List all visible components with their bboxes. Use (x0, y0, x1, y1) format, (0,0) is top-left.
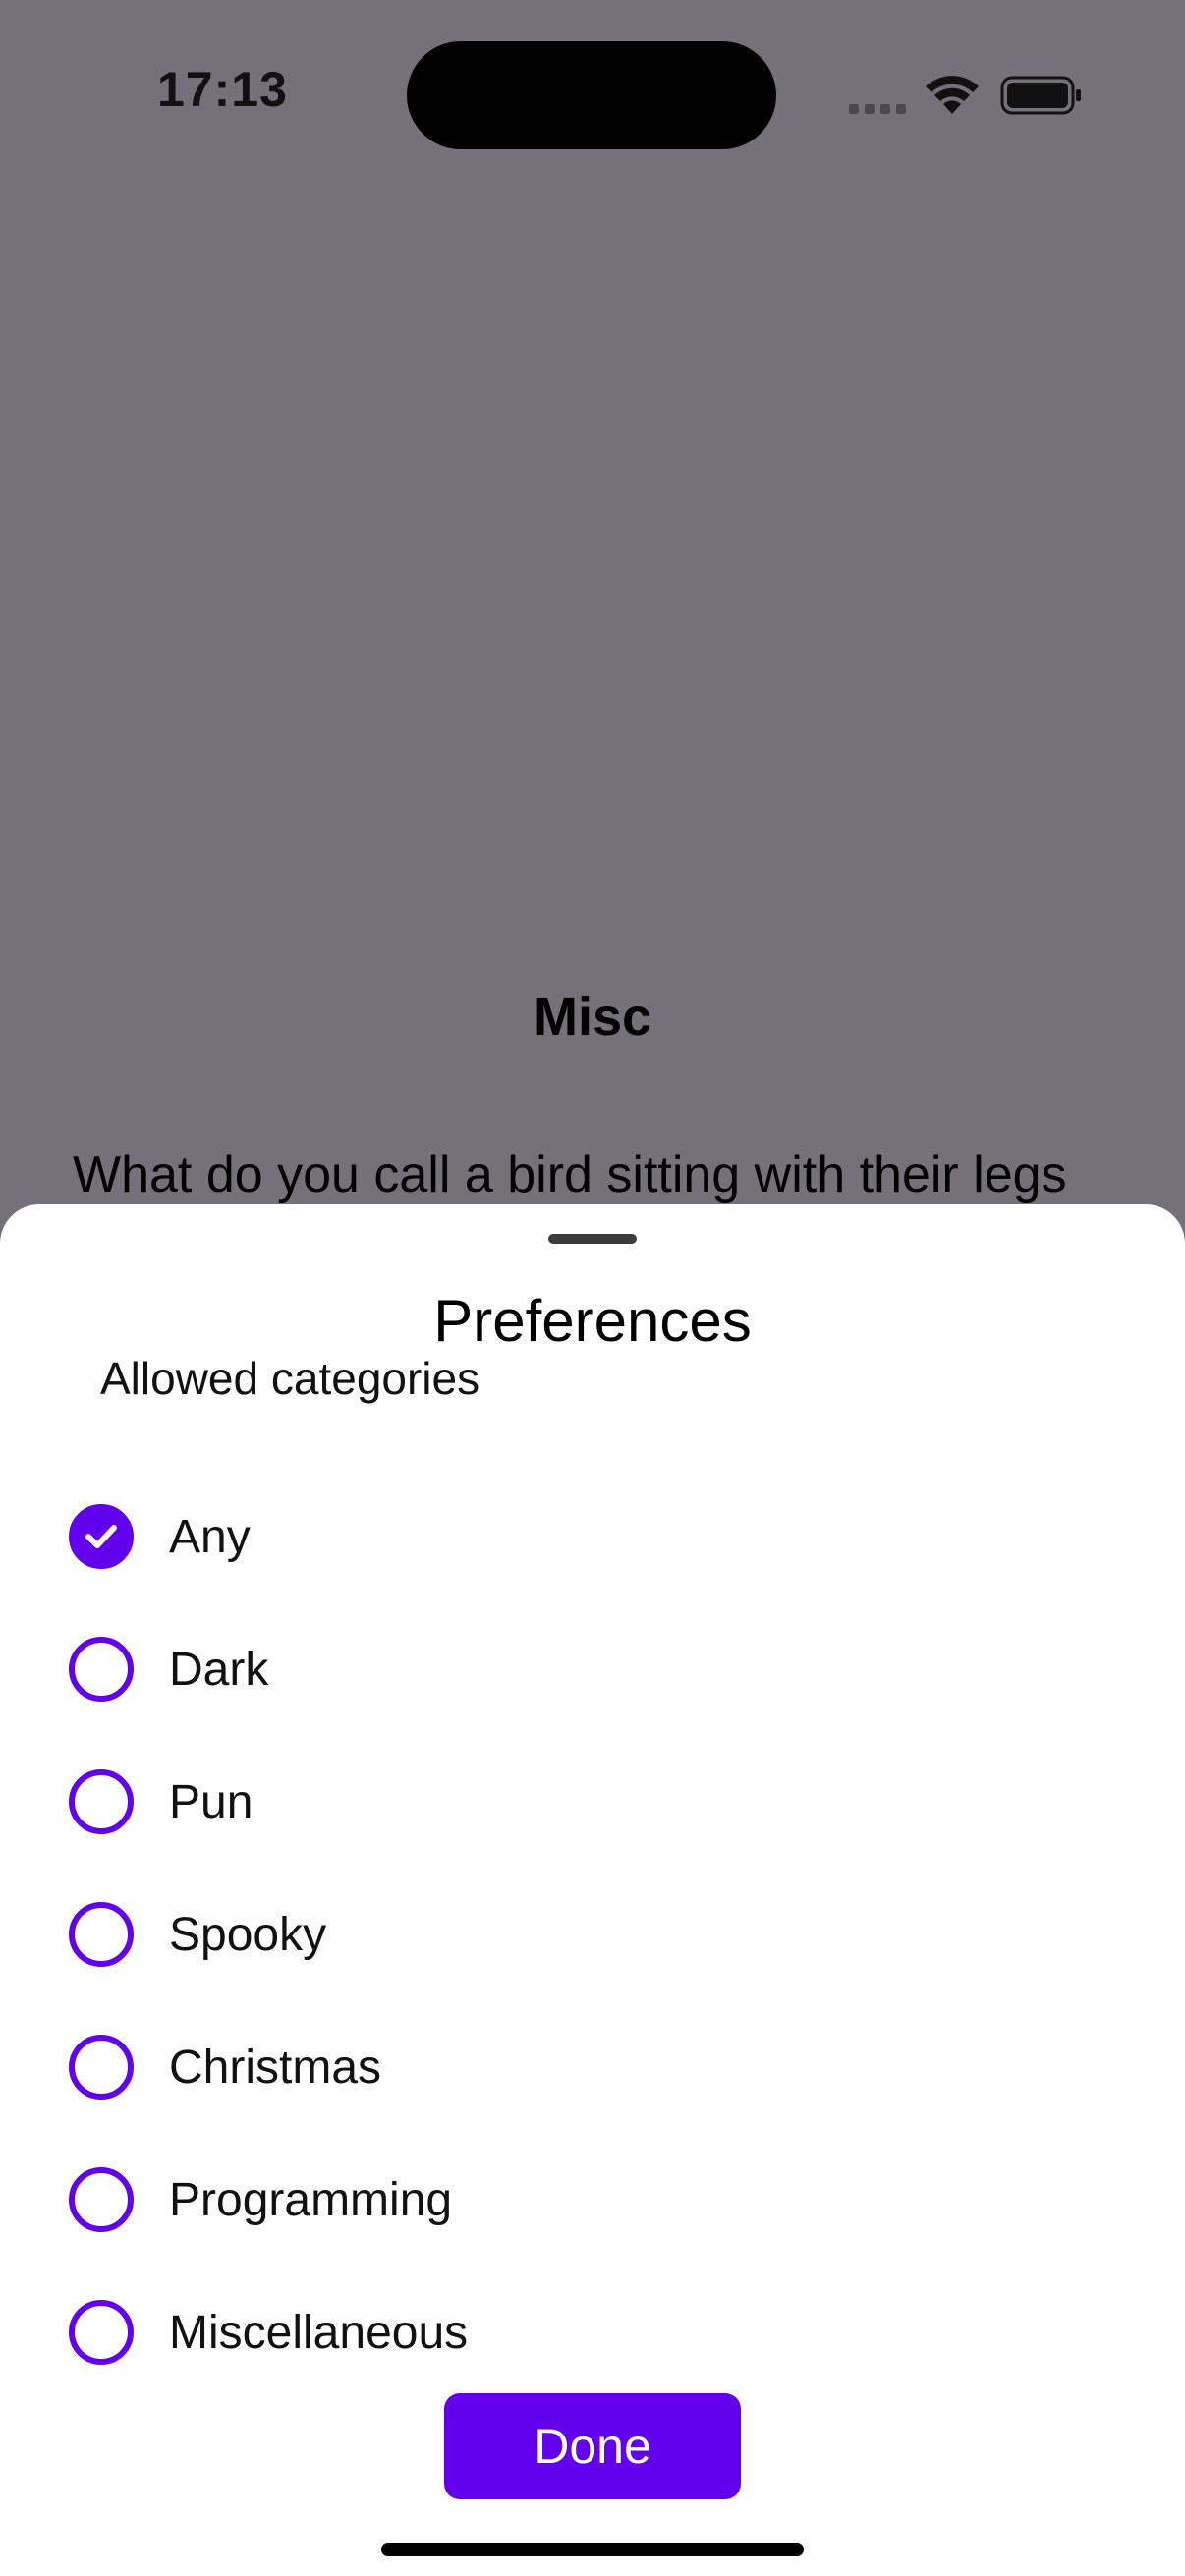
battery-icon (1000, 76, 1081, 115)
status-time: 17:13 (157, 62, 288, 117)
cellular-signal-icon (849, 104, 908, 114)
category-option-label: Pun (169, 1775, 254, 1828)
radio-unchecked-icon[interactable] (69, 2035, 134, 2100)
category-option-label: Spooky (169, 1908, 327, 1961)
category-option-spooky[interactable]: Spooky (69, 1895, 326, 1974)
sheet-title: Preferences (433, 1288, 752, 1354)
sheet-grabber[interactable] (548, 1234, 637, 1244)
category-option-miscellaneous[interactable]: Miscellaneous (69, 2293, 468, 2372)
allowed-categories-label: Allowed categories (100, 1353, 480, 1404)
joke-category-title: Misc (533, 987, 652, 1046)
radio-unchecked-icon[interactable] (69, 1637, 134, 1702)
dynamic-island (407, 41, 776, 149)
category-option-label: Any (169, 1510, 251, 1563)
radio-unchecked-icon[interactable] (69, 1769, 134, 1834)
radio-unchecked-icon[interactable] (69, 2300, 134, 2365)
category-option-label: Miscellaneous (169, 2306, 469, 2359)
preferences-sheet: Preferences Allowed categories Any Dark Pu… (0, 1204, 1185, 2576)
checkmark-icon (85, 1525, 117, 1548)
radio-unchecked-icon[interactable] (69, 2167, 134, 2232)
category-option-dark[interactable]: Dark (69, 1630, 268, 1708)
category-option-christmas[interactable]: Christmas (69, 2028, 381, 2106)
home-indicator (381, 2543, 804, 2556)
category-option-programming[interactable]: Programming (69, 2160, 452, 2239)
category-option-label: Programming (169, 2173, 453, 2226)
category-option-pun[interactable]: Pun (69, 1763, 253, 1841)
done-button[interactable]: Done (444, 2393, 741, 2499)
app-screen: 17:13 Misc What do you call a bird sitti… (0, 0, 1185, 2576)
joke-text: What do you call a bird sitting with the… (73, 1147, 1067, 1204)
category-option-label: Christmas (169, 2041, 382, 2094)
radio-unchecked-icon[interactable] (69, 1902, 134, 1967)
radio-checked-icon[interactable] (69, 1504, 134, 1569)
wifi-icon (926, 76, 979, 114)
category-option-label: Dark (169, 1643, 269, 1696)
category-option-any[interactable]: Any (69, 1497, 251, 1576)
